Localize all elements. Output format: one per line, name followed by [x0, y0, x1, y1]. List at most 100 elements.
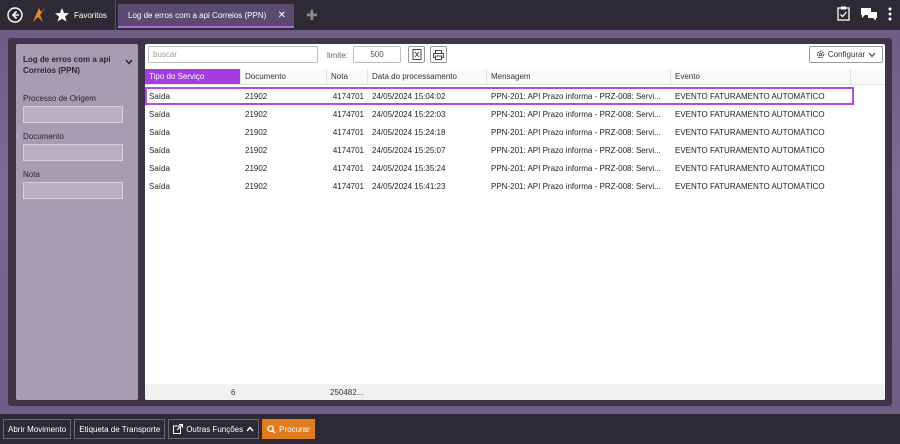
etiqueta-transporte-button[interactable]: Etiqueta de Transporte	[74, 419, 166, 439]
table-row[interactable]: Saída 21902 4174701 24/05/2024 15:41:23 PPN-…	[145, 177, 885, 195]
procurar-label: Procurar	[279, 424, 310, 434]
external-link-icon	[173, 424, 184, 434]
table-footer: 6 250482...	[145, 384, 885, 400]
data-cell: 24/05/2024 15:35:24	[372, 163, 446, 173]
data-cell: 24/05/2024 15:04:02	[372, 91, 446, 101]
tipo-cell: Saída	[149, 109, 170, 119]
print-icon	[433, 49, 444, 60]
bottom-toolbar: Abrir Movimento Etiqueta de Transporte O…	[0, 414, 900, 444]
column-header-data[interactable]: Data do processamento	[368, 69, 487, 85]
nota-cell: 4174701	[332, 145, 364, 155]
documento-cell: 21902	[245, 109, 268, 119]
tipo-cell: Saída	[149, 91, 170, 101]
star-icon	[55, 8, 69, 22]
configure-button[interactable]: Configurar	[809, 46, 883, 63]
mensagem-cell: PPN-201: API Prazo informa - PRZ-008: Se…	[491, 145, 661, 155]
logo-icon[interactable]	[28, 4, 50, 26]
add-tab-icon[interactable]: ✚	[306, 8, 318, 22]
mensagem-cell: PPN-201: API Prazo informa - PRZ-008: Se…	[491, 91, 661, 101]
limit-input[interactable]	[353, 46, 401, 63]
tipo-cell: Saída	[149, 163, 170, 173]
favorites-button[interactable]: Favoritos	[54, 0, 116, 30]
table-row[interactable]: Saída 21902 4174701 24/05/2024 15:25:07 PPN-…	[145, 141, 885, 159]
chevron-up-icon	[246, 426, 254, 432]
top-bar: Favoritos Log de erros com a api Correio…	[0, 0, 900, 30]
evento-cell: EVENTO FATURAMENTO AUTOMÁTICO	[675, 163, 825, 173]
abrir-movimento-label: Abrir Movimento	[8, 424, 67, 434]
filter-label-nota: Nota	[23, 170, 40, 179]
tab-log-erros[interactable]: Log de erros com a api Correios (PPN) ✕	[118, 4, 294, 28]
filter-label-processo: Processo de Origem	[23, 94, 96, 103]
limit-label: limite:	[327, 51, 348, 60]
nota-cell: 4174701	[332, 91, 364, 101]
favorites-label: Favoritos	[74, 10, 107, 20]
table-row[interactable]: Saída 21902 4174701 24/05/2024 15:04:02 PPN-…	[145, 87, 854, 105]
nota-sum: 250482...	[330, 388, 364, 397]
filter-panel: Log de erros com a api Correios (PPN) Pr…	[16, 44, 138, 400]
evento-cell: EVENTO FATURAMENTO AUTOMÁTICO	[675, 145, 825, 155]
evento-cell: EVENTO FATURAMENTO AUTOMÁTICO	[675, 181, 825, 191]
nota-cell: 4174701	[332, 163, 364, 173]
mensagem-cell: PPN-201: API Prazo informa - PRZ-008: Se…	[491, 109, 661, 119]
data-cell: 24/05/2024 15:25:07	[372, 145, 446, 155]
export-excel-button[interactable]	[408, 46, 425, 63]
nota-field[interactable]	[23, 182, 123, 199]
column-header-spacer	[851, 69, 885, 85]
outras-funcoes-button[interactable]: Outras Funções	[168, 419, 260, 439]
print-button[interactable]	[430, 46, 447, 63]
documento-cell: 21902	[245, 145, 268, 155]
data-cell: 24/05/2024 15:24:18	[372, 127, 446, 137]
procurar-button[interactable]: Procurar	[262, 419, 315, 439]
evento-cell: EVENTO FATURAMENTO AUTOMÁTICO	[675, 109, 825, 119]
main-panel: Log de erros com a api Correios (PPN) Pr…	[8, 38, 892, 406]
row-count: 6	[231, 388, 236, 397]
tipo-cell: Saída	[149, 145, 170, 155]
tipo-cell: Saída	[149, 181, 170, 191]
tab-label: Log de erros com a api Correios (PPN)	[128, 10, 267, 20]
table-row[interactable]: Saída 21902 4174701 24/05/2024 15:22:03 PPN-…	[145, 105, 885, 123]
mensagem-cell: PPN-201: API Prazo informa - PRZ-008: Se…	[491, 163, 661, 173]
column-header-tipo[interactable]: Tipo do Serviço	[145, 69, 241, 85]
chat-icon[interactable]	[860, 7, 878, 23]
data-cell: 24/05/2024 15:41:23	[372, 181, 446, 191]
column-header-mensagem[interactable]: Mensagem	[487, 69, 671, 85]
data-cell: 24/05/2024 15:22:03	[372, 109, 446, 119]
nota-cell: 4174701	[332, 109, 364, 119]
documento-cell: 21902	[245, 181, 268, 191]
documento-field[interactable]	[23, 144, 123, 161]
column-header-nota[interactable]: Nota	[327, 69, 368, 85]
mensagem-cell: PPN-201: API Prazo informa - PRZ-008: Se…	[491, 181, 661, 191]
search-icon	[267, 424, 276, 434]
column-header-documento[interactable]: Documento	[241, 69, 327, 85]
table-row[interactable]: Saída 21902 4174701 24/05/2024 15:35:24 PPN-…	[145, 159, 885, 177]
column-header-evento[interactable]: Evento	[671, 69, 851, 85]
gear-icon	[816, 50, 825, 59]
chevron-down-icon	[868, 52, 876, 57]
documento-cell: 21902	[245, 163, 268, 173]
processo-origem-field[interactable]	[23, 106, 123, 123]
etiqueta-transporte-label: Etiqueta de Transporte	[79, 424, 161, 434]
menu-dots-icon[interactable]	[888, 7, 892, 23]
clipboard-icon[interactable]	[837, 6, 850, 23]
table-header: Tipo do Serviço Documento Nota Data do p…	[145, 69, 885, 85]
tipo-cell: Saída	[149, 127, 170, 137]
filter-label-documento: Documento	[23, 132, 64, 141]
table-body: Saída 21902 4174701 24/05/2024 15:04:02 PPN-…	[145, 87, 885, 195]
chevron-down-icon[interactable]	[125, 58, 133, 67]
documento-cell: 21902	[245, 127, 268, 137]
results-panel: limite: Configurar Tipo do Serviço Docum…	[145, 44, 885, 400]
nota-cell: 4174701	[332, 127, 364, 137]
mensagem-cell: PPN-201: API Prazo informa - PRZ-008: Se…	[491, 127, 661, 137]
close-icon[interactable]: ✕	[278, 10, 286, 21]
outras-funcoes-label: Outras Funções	[186, 424, 244, 434]
documento-cell: 21902	[245, 91, 268, 101]
configure-label: Configurar	[827, 50, 866, 59]
evento-cell: EVENTO FATURAMENTO AUTOMÁTICO	[675, 91, 825, 101]
search-input[interactable]	[148, 46, 318, 63]
evento-cell: EVENTO FATURAMENTO AUTOMÁTICO	[675, 127, 825, 137]
abrir-movimento-button[interactable]: Abrir Movimento	[3, 419, 72, 439]
back-icon[interactable]	[4, 4, 26, 26]
filter-title: Log de erros com a api Correios (PPN)	[23, 55, 111, 75]
table-row[interactable]: Saída 21902 4174701 24/05/2024 15:24:18 PPN-…	[145, 123, 885, 141]
nota-cell: 4174701	[332, 181, 364, 191]
